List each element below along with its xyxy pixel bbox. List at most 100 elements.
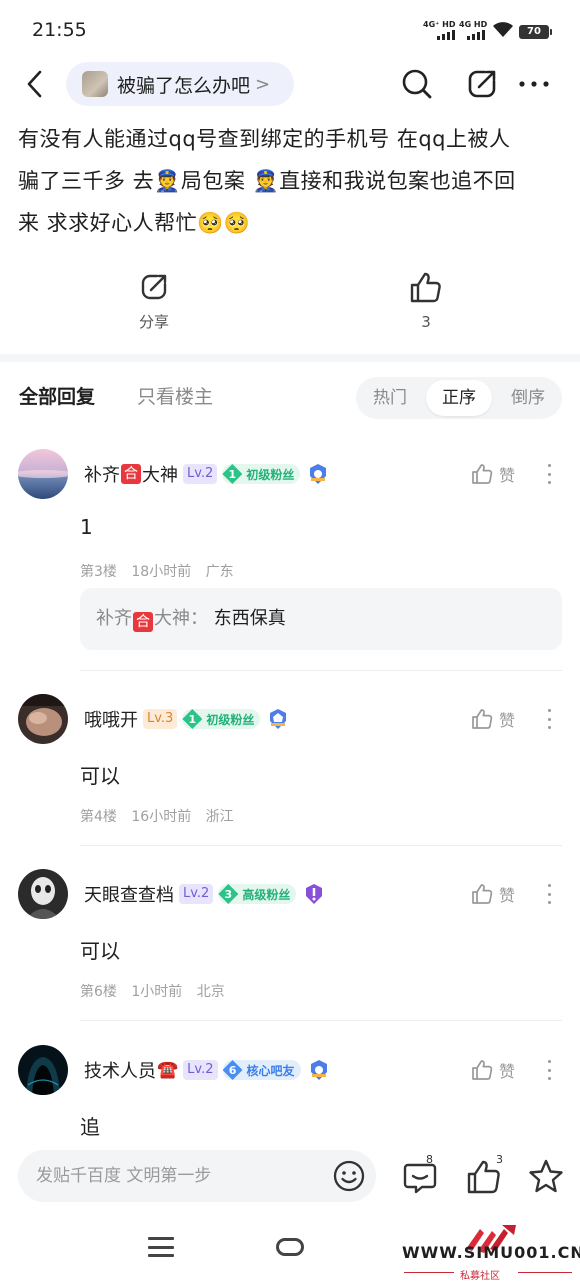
post-line: 骗了三千多 去👮局包案 👮直接和我说包案也追不回 bbox=[18, 169, 516, 193]
home-key-icon[interactable] bbox=[276, 1238, 304, 1256]
floor-number: 第3楼 bbox=[80, 564, 117, 580]
fan-level-number: 1 bbox=[222, 464, 243, 484]
star-icon[interactable] bbox=[526, 1157, 566, 1197]
post-content: 有没有人能通过qq号查到绑定的手机号 在qq上被人 骗了三千多 去👮局包案 👮直… bbox=[18, 118, 566, 244]
location: 北京 bbox=[196, 984, 225, 1000]
like-button[interactable]: 赞 bbox=[470, 880, 515, 908]
like-label: 赞 bbox=[499, 1062, 516, 1081]
nav-bar: 被骗了怎么办吧 > bbox=[0, 58, 580, 114]
network-label-2: 4G HD bbox=[459, 20, 488, 29]
comment-meta: 第3楼 18小时前 广东 bbox=[80, 561, 244, 581]
level-badge: Lv.2 bbox=[183, 1060, 218, 1080]
forum-avatar bbox=[82, 71, 108, 97]
floor-number: 第6楼 bbox=[80, 984, 117, 1000]
like-label: 赞 bbox=[499, 711, 516, 730]
search-button[interactable] bbox=[397, 64, 437, 104]
fan-badge: 3 高级粉丝 bbox=[218, 884, 297, 904]
user-name[interactable]: 技术人员 bbox=[84, 1057, 156, 1083]
avatar[interactable] bbox=[18, 449, 68, 499]
comment-text: 1 bbox=[80, 515, 93, 539]
battery-icon: 70 bbox=[519, 25, 552, 39]
watermark-rule bbox=[518, 1272, 572, 1273]
share-icon bbox=[141, 274, 167, 300]
location: 广东 bbox=[205, 564, 234, 580]
post-like-button[interactable]: 3 bbox=[386, 270, 466, 331]
sort-ascending[interactable]: 正序 bbox=[426, 380, 492, 416]
comment-text: 可以 bbox=[80, 939, 120, 963]
post-line: 来 求求好心人帮忙🥺🥺 bbox=[18, 211, 251, 235]
thumbs-up-icon bbox=[410, 272, 441, 303]
sort-hot[interactable]: 热门 bbox=[356, 377, 424, 419]
comment-divider bbox=[80, 670, 562, 671]
fan-label: 初级粉丝 bbox=[206, 712, 255, 727]
emoji-icon[interactable] bbox=[332, 1159, 366, 1193]
comment-count: 8 bbox=[426, 1153, 433, 1166]
more-options-button[interactable] bbox=[540, 706, 558, 732]
like-button[interactable]: 赞 bbox=[470, 1056, 515, 1084]
more-options-button[interactable] bbox=[540, 881, 558, 907]
avatar[interactable] bbox=[18, 1045, 68, 1095]
user-name[interactable]: 补齐 bbox=[84, 461, 120, 487]
more-button[interactable] bbox=[514, 64, 554, 104]
watermark-rule bbox=[404, 1272, 454, 1273]
thumbs-up-icon bbox=[472, 709, 493, 729]
fan-level-number: 1 bbox=[182, 709, 203, 729]
forum-pill[interactable]: 被骗了怎么办吧 > bbox=[66, 62, 294, 106]
user-name-suffix[interactable]: 大神 bbox=[142, 461, 178, 487]
location: 浙江 bbox=[205, 809, 234, 825]
post-line: 有没有人能通过qq号查到绑定的手机号 在qq上被人 bbox=[18, 127, 511, 151]
fan-label: 初级粉丝 bbox=[246, 467, 295, 482]
thumbs-up-icon bbox=[472, 1060, 493, 1080]
user-name[interactable]: 哦哦开 bbox=[84, 706, 138, 732]
like-button[interactable]: 赞 bbox=[470, 460, 515, 488]
post-time: 1小时前 bbox=[131, 984, 183, 1000]
comment-text: 可以 bbox=[80, 764, 120, 788]
comment-text: 追 bbox=[80, 1115, 100, 1139]
comment-meta: 第4楼 16小时前 浙江 bbox=[80, 806, 244, 826]
fan-level-number: 3 bbox=[218, 884, 239, 904]
bottom-reply-bar: 发贴千百度 文明第一步 8 3 bbox=[0, 1137, 580, 1215]
avatar[interactable] bbox=[18, 869, 68, 919]
wifi-icon bbox=[493, 22, 513, 37]
sort-segmented-control: 热门 正序 倒序 bbox=[356, 377, 562, 419]
chevron-right-icon: > bbox=[255, 73, 271, 95]
reply-filter-bar: 全部回复 只看楼主 热门 正序 倒序 bbox=[0, 362, 580, 430]
like-button[interactable]: 赞 bbox=[470, 705, 515, 733]
post-share-label: 分享 bbox=[138, 313, 169, 331]
tab-op-only[interactable]: 只看楼主 bbox=[137, 382, 213, 409]
back-icon bbox=[27, 70, 42, 98]
signal-icon-1 bbox=[437, 30, 455, 40]
watermark-site: WWW.SIMU001.CN bbox=[402, 1243, 580, 1262]
network-label-1: 4G⁺ HD bbox=[423, 20, 456, 29]
member-crown-icon bbox=[270, 709, 287, 729]
comment-icon[interactable] bbox=[400, 1157, 440, 1197]
member-crown-icon bbox=[310, 1060, 327, 1080]
level-badge: Lv.2 bbox=[179, 884, 214, 904]
post-time: 18小时前 bbox=[131, 564, 192, 580]
menu-key-icon[interactable] bbox=[148, 1237, 174, 1257]
comment-header: 技术人员 ☎️ Lv.2 6 核心吧友 bbox=[84, 1056, 330, 1084]
like-count: 3 bbox=[496, 1153, 503, 1166]
comment-header: 补齐 合 大神 Lv.2 1 初级粉丝 bbox=[84, 460, 329, 488]
avatar[interactable] bbox=[18, 694, 68, 744]
back-button[interactable] bbox=[18, 66, 54, 102]
more-options-button[interactable] bbox=[540, 461, 558, 487]
forum-name: 被骗了怎么办吧 bbox=[117, 74, 251, 97]
tab-all-replies[interactable]: 全部回复 bbox=[19, 382, 95, 409]
reply-quote[interactable]: 补齐合大神： 东西保真 bbox=[80, 588, 562, 650]
thumbs-up-icon bbox=[472, 884, 493, 904]
comment-divider bbox=[80, 845, 562, 846]
thumbs-up-icon bbox=[472, 464, 493, 484]
signal-icon-2 bbox=[467, 30, 485, 40]
comment-divider bbox=[80, 1020, 562, 1021]
post-share-button[interactable]: 分享 bbox=[114, 270, 194, 332]
fan-badge: 6 核心吧友 bbox=[222, 1060, 301, 1080]
level-badge: Lv.3 bbox=[143, 709, 178, 729]
reply-input[interactable]: 发贴千百度 文明第一步 bbox=[18, 1150, 376, 1202]
status-time: 21:55 bbox=[32, 19, 87, 41]
post-time: 16小时前 bbox=[131, 809, 192, 825]
user-name[interactable]: 天眼查查档 bbox=[84, 881, 174, 907]
sort-descending[interactable]: 倒序 bbox=[494, 377, 562, 419]
more-options-button[interactable] bbox=[540, 1057, 558, 1083]
share-button[interactable] bbox=[462, 64, 502, 104]
